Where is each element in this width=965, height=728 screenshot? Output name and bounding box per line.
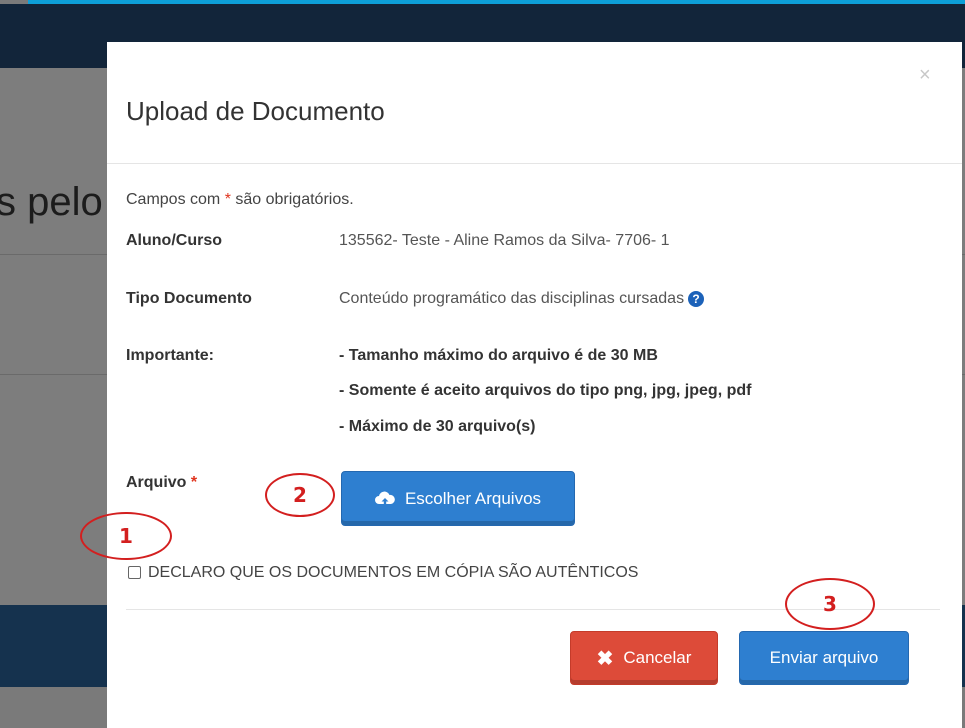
arquivo-label-row: Arquivo * xyxy=(126,474,197,492)
importante-line: - Somente é aceito arquivos do tipo png,… xyxy=(339,382,752,399)
annotation-circle-3: 3 xyxy=(785,578,875,630)
tipo-documento-label: Tipo Documento xyxy=(126,290,252,307)
tipo-documento-value: Conteúdo programático das disciplinas cu… xyxy=(339,290,685,307)
close-icon: ✖ xyxy=(596,647,614,670)
aluno-curso-value: 135562- Teste - Aline Ramos da Silva- 77… xyxy=(339,232,670,249)
modal-title: Upload de Documento xyxy=(126,96,385,126)
modal-header: Upload de Documento × xyxy=(107,42,962,164)
help-icon[interactable]: ? xyxy=(688,290,705,307)
required-fields-note: Campos com * são obrigatórios. xyxy=(126,191,354,209)
importante-line: - Máximo de 30 arquivo(s) xyxy=(339,418,536,435)
declaration-label[interactable]: DECLARO QUE OS DOCUMENTOS EM CÓPIA SÃO A… xyxy=(148,564,638,582)
cancel-label: Cancelar xyxy=(623,648,692,667)
required-star: * xyxy=(190,474,198,491)
send-file-button[interactable]: Enviar arquivo xyxy=(739,631,909,685)
declaration-checkbox[interactable] xyxy=(128,566,141,579)
importante-label: Importante: xyxy=(126,347,214,364)
arquivo-label: Arquivo xyxy=(126,474,187,491)
cloud-upload-icon xyxy=(374,491,395,506)
required-note-prefix: Campos com xyxy=(126,191,225,208)
choose-files-label: Escolher Arquivos xyxy=(404,488,542,508)
send-label: Enviar arquivo xyxy=(769,648,879,667)
page-heading-fragment: s pelo xyxy=(0,180,103,224)
tipo-documento-field: Conteúdo programático das disciplinas cu… xyxy=(339,290,705,308)
annotation-circle-1: 1 xyxy=(80,512,172,560)
required-note-suffix: são obrigatórios. xyxy=(230,191,354,208)
annotation-circle-2: 2 xyxy=(265,473,335,517)
choose-files-button[interactable]: Escolher Arquivos xyxy=(341,471,575,526)
cancel-button[interactable]: ✖ Cancelar xyxy=(570,631,718,685)
importante-line: - Tamanho máximo do arquivo é de 30 MB xyxy=(339,347,658,364)
aluno-curso-label: Aluno/Curso xyxy=(126,232,222,249)
close-icon[interactable]: × xyxy=(919,64,931,87)
